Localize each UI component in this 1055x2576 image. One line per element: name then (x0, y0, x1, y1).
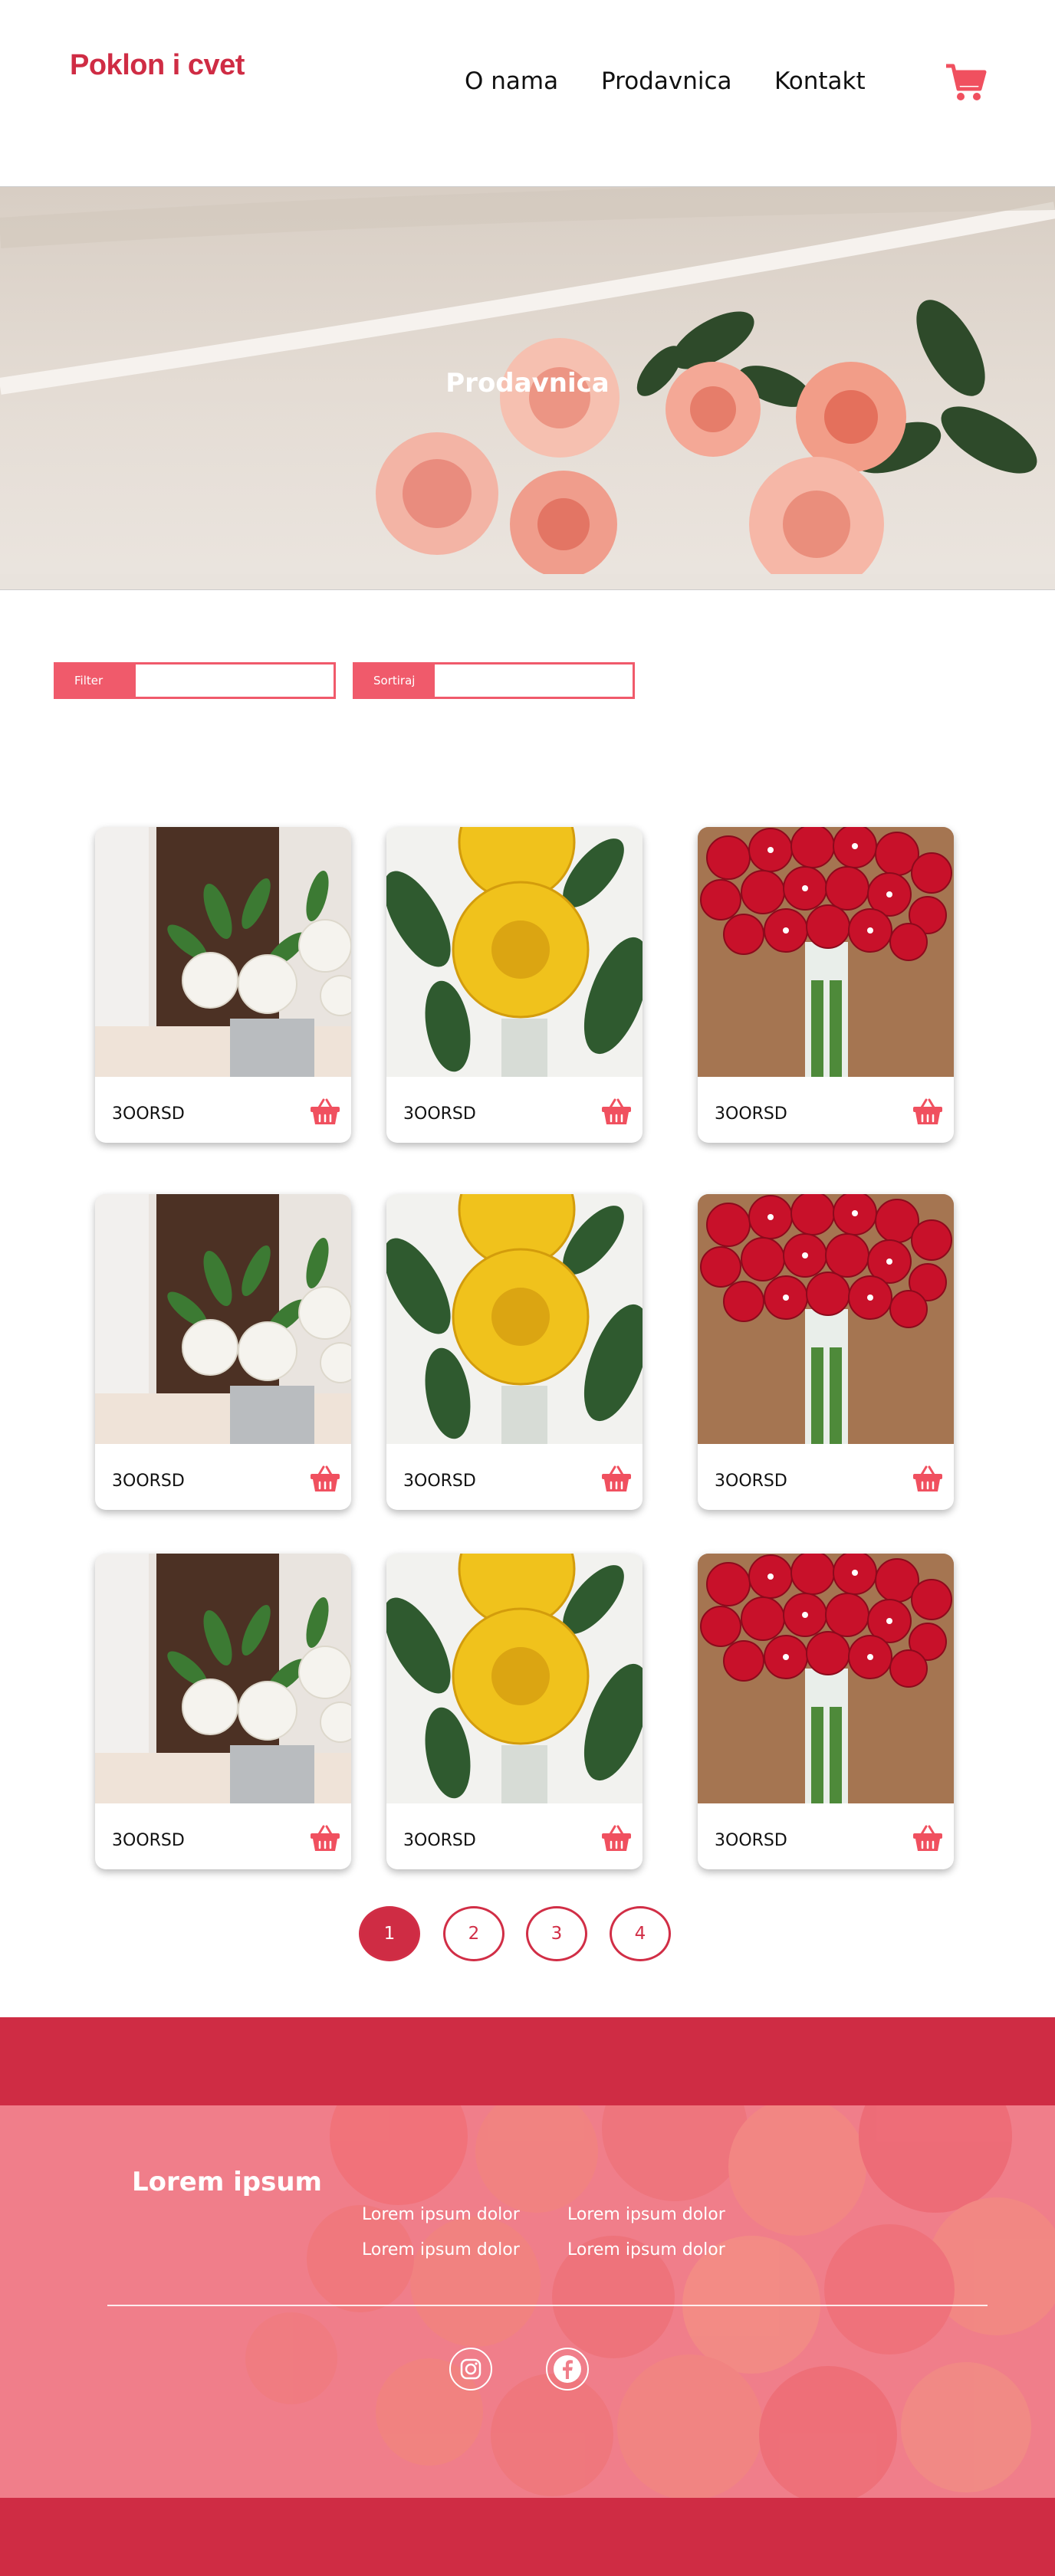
instagram-icon[interactable] (449, 2348, 492, 2391)
add-to-basket-icon[interactable] (601, 1825, 632, 1852)
hero-title: Prodavnica (445, 368, 610, 399)
footer-divider (107, 2305, 988, 2306)
product-price: 3OORSD (715, 1472, 787, 1491)
product-image-yellow-roses[interactable] (386, 1194, 643, 1444)
sort-input[interactable] (435, 665, 633, 697)
add-to-basket-icon[interactable] (310, 1465, 340, 1493)
product-image-yellow-roses[interactable] (386, 827, 643, 1077)
product-price: 3OORSD (403, 1831, 476, 1850)
page-button-2[interactable]: 2 (443, 1906, 504, 1961)
nav-link-contact[interactable]: Kontakt (774, 67, 866, 95)
product-card[interactable]: 3OORSD (386, 827, 643, 1143)
facebook-icon[interactable] (546, 2348, 589, 2391)
product-card[interactable]: 3OORSD (95, 827, 351, 1143)
footer-roses-background (0, 2105, 1055, 2498)
filter-control: Filter (54, 662, 336, 699)
product-card[interactable]: 3OORSD (95, 1554, 351, 1869)
product-price: 3OORSD (112, 1831, 185, 1850)
footer: Lorem ipsum Lorem ipsum dolor Lorem ipsu… (0, 2105, 1055, 2498)
footer-link-3[interactable]: Lorem ipsum dolor (362, 2240, 520, 2259)
sort-control: Sortiraj (353, 662, 635, 699)
hero-banner: Prodavnica (0, 186, 1055, 590)
product-card[interactable]: 3OORSD (386, 1194, 643, 1510)
footer-bottom-band (0, 2498, 1055, 2576)
cart-icon[interactable] (945, 61, 988, 104)
page-button-4[interactable]: 4 (610, 1906, 671, 1961)
footer-link-2[interactable]: Lorem ipsum dolor (567, 2205, 725, 2224)
page-button-1[interactable]: 1 (359, 1906, 420, 1961)
footer-link-4[interactable]: Lorem ipsum dolor (567, 2240, 725, 2259)
add-to-basket-icon[interactable] (601, 1098, 632, 1126)
add-to-basket-icon[interactable] (310, 1098, 340, 1126)
product-image-white-roses-in-vase[interactable] (95, 1194, 351, 1444)
add-to-basket-icon[interactable] (601, 1465, 632, 1493)
product-image-yellow-roses[interactable] (386, 1554, 643, 1803)
product-price: 3OORSD (403, 1472, 476, 1491)
nav-link-shop[interactable]: Prodavnica (601, 67, 732, 95)
sort-label: Sortiraj (355, 665, 435, 697)
product-card[interactable]: 3OORSD (698, 1194, 954, 1510)
add-to-basket-icon[interactable] (912, 1098, 943, 1126)
site-logo[interactable]: Poklon i cvet (70, 49, 245, 82)
add-to-basket-icon[interactable] (912, 1825, 943, 1852)
filter-label: Filter (56, 665, 136, 697)
footer-top-band (0, 2017, 1055, 2105)
filter-input[interactable] (136, 665, 334, 697)
product-card[interactable]: 3OORSD (698, 1554, 954, 1869)
product-image-red-rose-bouquet[interactable] (698, 827, 954, 1077)
footer-link-1[interactable]: Lorem ipsum dolor (362, 2205, 520, 2224)
page-button-3[interactable]: 3 (526, 1906, 587, 1961)
product-image-red-rose-bouquet[interactable] (698, 1554, 954, 1803)
product-image-white-roses-in-vase[interactable] (95, 1554, 351, 1803)
product-card[interactable]: 3OORSD (386, 1554, 643, 1869)
product-image-white-roses-in-vase[interactable] (95, 827, 351, 1077)
product-image-red-rose-bouquet[interactable] (698, 1194, 954, 1444)
nav-link-about[interactable]: O nama (465, 67, 558, 95)
product-card[interactable]: 3OORSD (698, 827, 954, 1143)
product-price: 3OORSD (715, 1104, 787, 1124)
add-to-basket-icon[interactable] (912, 1465, 943, 1493)
product-price: 3OORSD (112, 1472, 185, 1491)
product-card[interactable]: 3OORSD (95, 1194, 351, 1510)
site-header: Poklon i cvet O nama Prodavnica Kontakt (0, 0, 1055, 186)
product-price: 3OORSD (403, 1104, 476, 1124)
product-price: 3OORSD (112, 1104, 185, 1124)
footer-title: Lorem ipsum (132, 2167, 322, 2197)
add-to-basket-icon[interactable] (310, 1825, 340, 1852)
product-price: 3OORSD (715, 1831, 787, 1850)
